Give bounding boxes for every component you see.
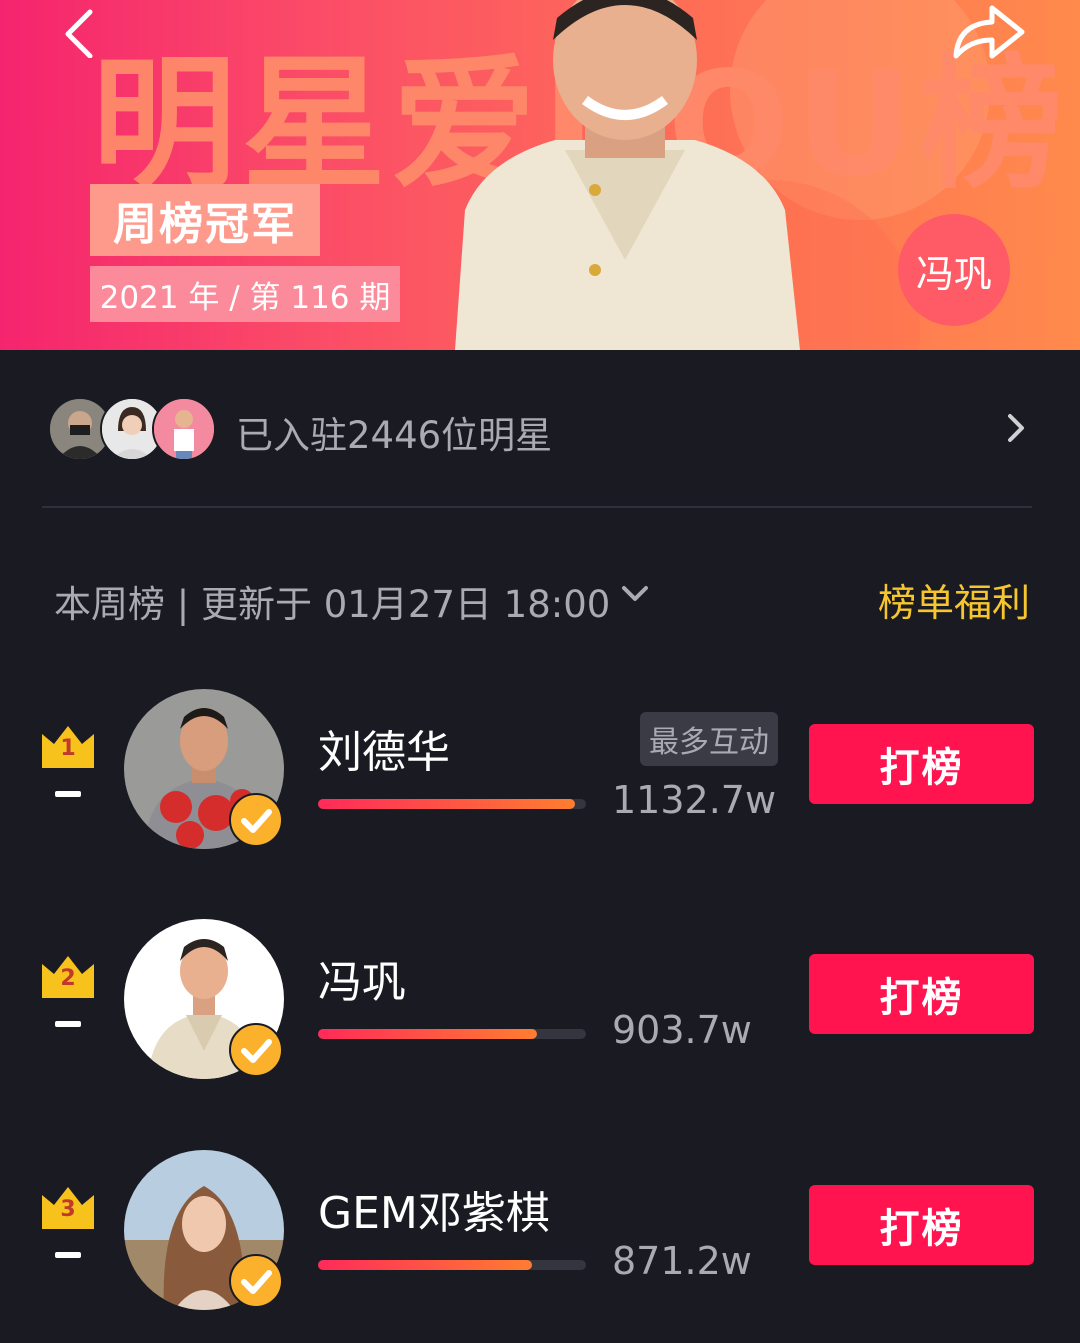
board-header: 本周榜 | 更新于 01月27日 18:00 榜单福利 <box>54 570 1034 626</box>
rank-change-indicator <box>55 1252 81 1258</box>
most-interaction-badge: 最多互动 <box>640 712 778 766</box>
rank-number: 3 <box>60 1197 76 1222</box>
star-name: 刘德华 <box>318 727 450 778</box>
score-progress-fill <box>318 1260 532 1270</box>
vote-button[interactable]: 打榜 <box>809 1185 1034 1265</box>
joined-stars-text: 已入驻2446位明星 <box>236 414 553 457</box>
verified-icon <box>229 1254 283 1308</box>
featured-star-image <box>455 0 800 350</box>
verified-icon <box>229 793 283 847</box>
vote-button[interactable]: 打榜 <box>809 724 1034 804</box>
period-tag: 2021 年 / 第 116 期 <box>90 266 400 322</box>
avatar <box>152 397 216 461</box>
verified-icon <box>229 1023 283 1077</box>
star-name: GEM邓紫棋 <box>318 1188 550 1239</box>
rank-number: 2 <box>60 966 76 991</box>
vote-button[interactable]: 打榜 <box>809 954 1034 1034</box>
champion-tag: 周榜冠军 <box>90 184 320 256</box>
joined-stars-row[interactable]: 已入驻2446位明星 <box>42 352 1032 508</box>
rank-number: 1 <box>60 736 76 761</box>
joined-avatars <box>48 397 218 461</box>
board-benefit-link[interactable]: 榜单福利 <box>878 572 1030 627</box>
back-icon[interactable] <box>58 8 108 58</box>
hero-banner: 明星爱DOU榜 周榜冠军 2021 年 / 第 116 期 冯巩 <box>0 0 1080 350</box>
rank-row: 2 冯巩 903.7w 打榜 <box>0 914 1080 1084</box>
rank-change-indicator <box>55 1021 81 1027</box>
score-progress-bar <box>318 799 586 809</box>
share-icon[interactable] <box>948 0 1028 62</box>
star-name: 冯巩 <box>318 957 406 1008</box>
score-progress-bar <box>318 1029 586 1039</box>
board-title[interactable]: 本周榜 | 更新于 01月27日 18:00 <box>54 574 610 628</box>
star-score: 871.2w <box>612 1239 752 1283</box>
chevron-right-icon <box>1008 414 1024 442</box>
star-score: 903.7w <box>612 1008 752 1052</box>
chevron-down-icon[interactable] <box>620 582 650 606</box>
score-progress-bar <box>318 1260 586 1270</box>
star-score: 1132.7w <box>612 778 777 822</box>
rank-row: 3 GEM邓紫棋 871.2w 打榜 <box>0 1145 1080 1315</box>
featured-name-bubble[interactable]: 冯巩 <box>898 214 1010 326</box>
rank-row: 1 刘德华 最多互动 1132.7w 打榜 <box>0 684 1080 854</box>
score-progress-fill <box>318 799 576 809</box>
rank-change-indicator <box>55 791 81 797</box>
score-progress-fill <box>318 1029 537 1039</box>
